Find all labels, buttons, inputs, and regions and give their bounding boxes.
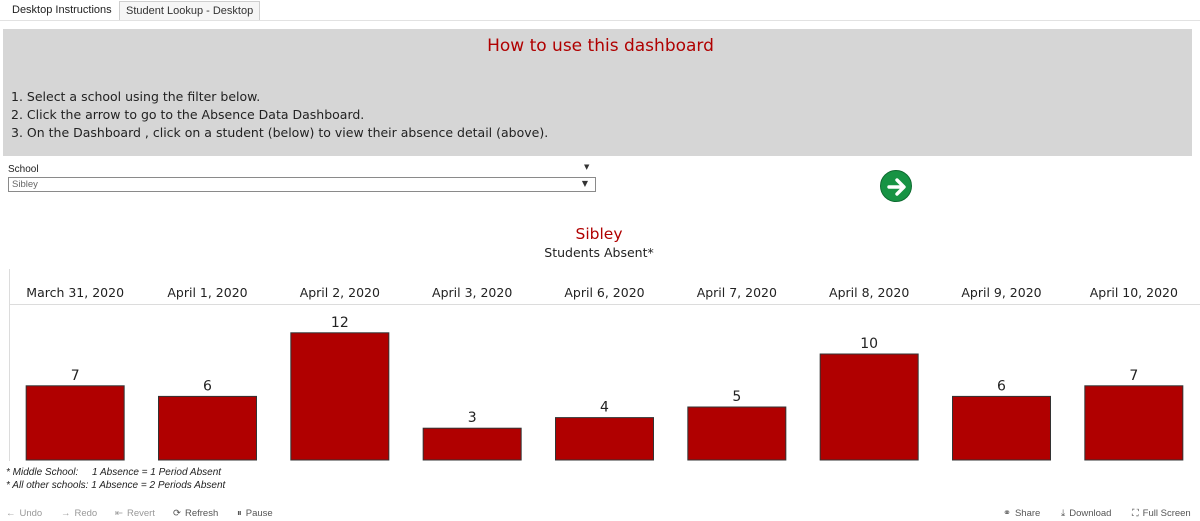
tab-student-lookup-desktop[interactable]: Student Lookup - Desktop [119, 1, 261, 20]
chart-category-label: April 10, 2020 [1090, 285, 1178, 300]
chart-data-label: 6 [997, 378, 1006, 394]
chart-data-label: 5 [732, 389, 741, 405]
revert-label: Revert [126, 508, 155, 519]
chart-data-label: 10 [860, 336, 878, 352]
footnote-text: 1 Absence = 1 Period Absent [92, 467, 222, 478]
refresh-button[interactable]: ⟳ Refresh [173, 508, 218, 519]
footnote-text: 1 Absence = 2 Periods Absent [91, 480, 226, 491]
absence-bar-chart: March 31, 2020 7 April 1, 2020 6 April 2, 20… [25, 285, 1184, 461]
go-to-dashboard-button[interactable] [880, 170, 912, 202]
instructions-title: How to use this dashboard [487, 36, 714, 56]
chart-category-label: April 6, 2020 [564, 285, 644, 300]
pause-label: Pause [245, 508, 273, 519]
chart-category-label: March 31, 2020 [26, 285, 124, 300]
chart-data-label: 7 [1129, 368, 1138, 384]
instructions-steps: 1. Select a school using the filter belo… [11, 88, 548, 142]
filter-menu-caret-icon[interactable]: ▼ [584, 163, 589, 171]
chart-category-label: April 8, 2020 [829, 285, 909, 300]
undo-label: Undo [19, 508, 43, 519]
chart-category-label: April 1, 2020 [167, 285, 247, 300]
chart-data-label: 3 [468, 410, 477, 426]
tab-bar: Desktop Instructions Student Lookup - De… [0, 0, 1200, 21]
school-filter-value: Sibley [12, 179, 38, 190]
fullscreen-label: Full Screen [1142, 508, 1191, 519]
redo-label: Redo [74, 508, 98, 519]
footnote-label: * All other schools: [6, 480, 89, 491]
fullscreen-button[interactable]: ⛶ Full Screen [1132, 508, 1191, 519]
chart-data-label: 4 [600, 400, 609, 416]
footnote-label: * Middle School: [6, 467, 79, 478]
instruction-step: 3. On the Dashboard , click on a student… [11, 125, 549, 140]
chart-bar[interactable] [290, 332, 390, 461]
instructions-panel: How to use this dashboard 1. Select a sc… [3, 29, 1192, 156]
school-filter-label: School [8, 164, 39, 175]
download-button[interactable]: ⤓ Download [1061, 508, 1111, 519]
chart-bar[interactable] [687, 406, 787, 461]
arrow-right-icon: → [61, 508, 71, 519]
pause-button[interactable]: ⏸ Pause [237, 508, 273, 519]
chart-bar[interactable] [1084, 385, 1184, 461]
chart-bar[interactable] [25, 385, 125, 461]
refresh-label: Refresh [184, 508, 219, 519]
download-label: Download [1069, 508, 1112, 519]
chart-bar[interactable] [952, 395, 1051, 461]
chart-subtitle: Students Absent* [544, 245, 654, 260]
chart-data-label: 7 [71, 368, 80, 384]
chart-data-label: 6 [203, 378, 212, 394]
instruction-step: 1. Select a school using the filter belo… [11, 89, 261, 104]
pause-icon: ⏸ [237, 508, 242, 519]
undo-button[interactable]: ← Undo [6, 508, 42, 519]
chart-title: Sibley [575, 225, 623, 243]
fullscreen-icon: ⛶ [1132, 508, 1139, 519]
revert-icon: ⇤ [115, 508, 123, 519]
chart-bar[interactable] [158, 395, 257, 461]
arrow-left-icon: ← [6, 508, 16, 519]
footnote-other-schools: * All other schools: 1 Absence = 2 Perio… [6, 480, 225, 491]
chart-category-label: April 2, 2020 [300, 285, 380, 300]
tab-desktop-instructions[interactable]: Desktop Instructions [6, 1, 118, 20]
refresh-icon: ⟳ [173, 508, 181, 519]
instruction-step: 2. Click the arrow to go to the Absence … [11, 107, 365, 122]
chart-bar[interactable] [422, 427, 522, 461]
chart-category-label: April 3, 2020 [432, 285, 512, 300]
share-button[interactable]: ⚭ Share [1003, 508, 1040, 519]
revert-button[interactable]: ⇤ Revert [115, 508, 155, 519]
chart-category-label: April 7, 2020 [697, 285, 777, 300]
redo-button[interactable]: → Redo [61, 508, 97, 519]
chart-category-label: April 9, 2020 [961, 285, 1041, 300]
bottom-toolbar: ← Undo → Redo ⇤ Revert ⟳ Refresh ⏸ Pause ⚭ Sha… [0, 505, 1200, 521]
footnote-middle-school: * Middle School: 1 Absence = 1 Period Abs… [6, 467, 221, 478]
chart-bar[interactable] [555, 417, 654, 461]
chevron-down-icon: ▼ [581, 179, 588, 188]
arrow-right-icon [887, 178, 906, 196]
share-label: Share [1014, 508, 1041, 519]
chart-bar[interactable] [819, 353, 919, 461]
school-filter-dropdown[interactable]: Sibley ▼ [8, 177, 596, 192]
chart-data-label: 12 [331, 315, 349, 331]
share-icon: ⚭ [1003, 508, 1011, 519]
download-icon: ⤓ [1061, 508, 1066, 519]
